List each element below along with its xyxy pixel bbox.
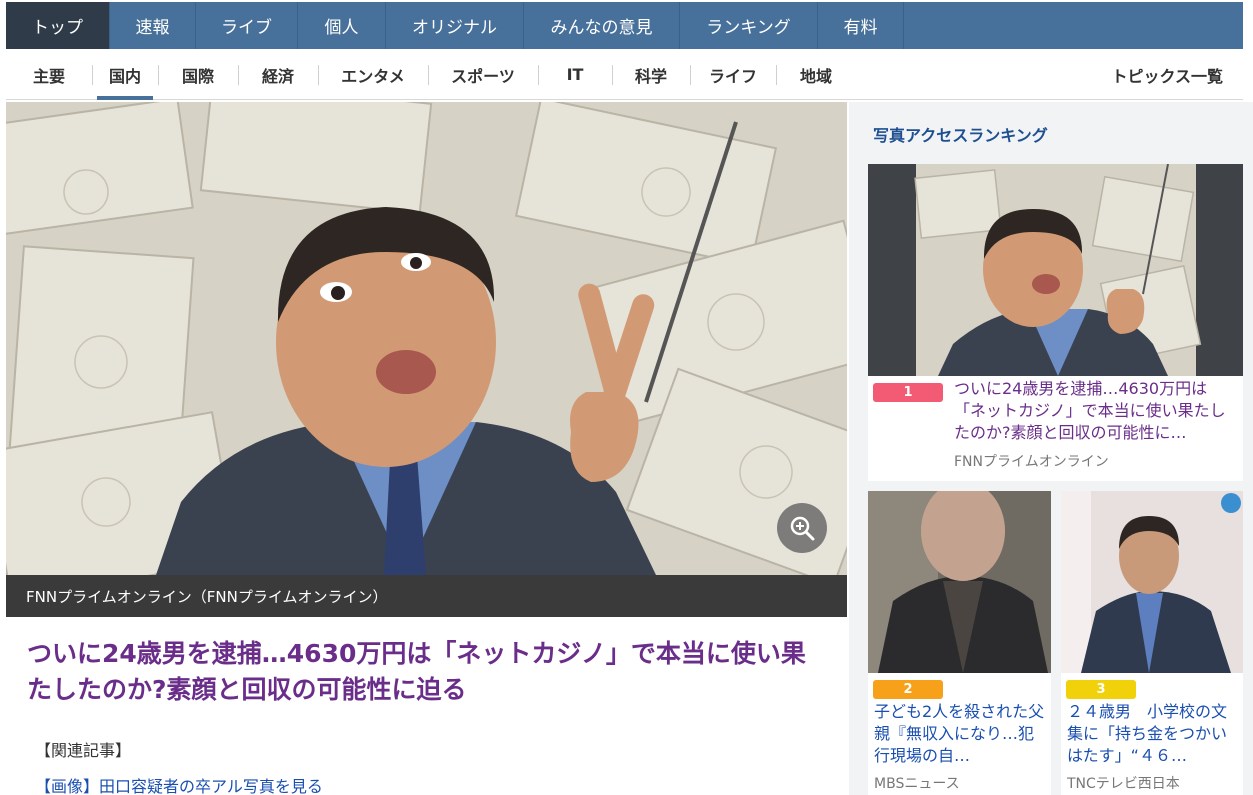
top-nav: トップ 速報 ライブ 個人 オリジナル みんなの意見 ランキング 有料: [6, 2, 1243, 49]
tab-original[interactable]: オリジナル: [386, 2, 524, 49]
category-sports[interactable]: スポーツ: [428, 50, 538, 100]
zoom-button[interactable]: [777, 503, 827, 553]
rank-badge: 3: [1066, 680, 1136, 699]
ranking-item-title[interactable]: ついに24歳男を逮捕…4630万円は「ネットカジノ」で本当に使い果たしたのか?素…: [954, 378, 1238, 444]
category-international[interactable]: 国際: [158, 50, 238, 100]
tab-paid[interactable]: 有料: [818, 2, 904, 49]
category-it[interactable]: IT: [538, 50, 612, 100]
category-region[interactable]: 地域: [776, 50, 856, 100]
ranking-thumbnail: [868, 491, 1051, 673]
photo-ranking-sidebar: 写真アクセスランキング 1 ついに24歳男を逮捕…4630万円は「ネットカジノ」…: [849, 102, 1253, 795]
tab-live[interactable]: ライブ: [196, 2, 298, 49]
article-photo-image: [6, 102, 847, 575]
ranking-item-1[interactable]: 1 ついに24歳男を逮捕…4630万円は「ネットカジノ」で本当に使い果たしたのか…: [868, 164, 1243, 481]
tab-ranking[interactable]: ランキング: [680, 2, 818, 49]
tab-individual[interactable]: 個人: [298, 2, 386, 49]
ranking-item-source: MBSニュース: [874, 776, 960, 792]
ranking-item-title[interactable]: 子ども2人を殺された父親『無収入になり…犯行現場の自…: [874, 701, 1046, 767]
tab-top[interactable]: トップ: [6, 2, 110, 49]
tab-breaking[interactable]: 速報: [110, 2, 196, 49]
rank-badge: 2: [873, 680, 943, 699]
ranking-thumbnail: [1061, 491, 1243, 673]
ranking-item-source: TNCテレビ西日本: [1067, 776, 1180, 792]
related-article-link[interactable]: 【画像】田口容疑者の卒アル写真を見る: [35, 773, 323, 795]
category-science[interactable]: 科学: [612, 50, 690, 100]
ranking-item-source: FNNプライムオンライン: [954, 454, 1109, 470]
ranking-item-title[interactable]: ２４歳男 小学校の文集に「持ち金をつかいはたす」“４６…: [1067, 701, 1239, 767]
topics-list-link[interactable]: トピックス一覧: [1111, 50, 1223, 100]
ranking-item-2[interactable]: 2 子ども2人を殺された父親『無収入になり…犯行現場の自… MBSニュース: [868, 491, 1051, 795]
related-articles-label: 【関連記事】: [35, 741, 132, 760]
photo-caption: FNNプライムオンライン（FNNプライムオンライン）: [6, 575, 847, 617]
category-main[interactable]: 主要: [6, 50, 92, 100]
rank-badge: 1: [873, 383, 943, 402]
category-nav: 主要 国内 国際 経済 エンタメ スポーツ IT 科学 ライフ 地域 トピックス…: [6, 50, 1243, 100]
category-domestic[interactable]: 国内: [92, 50, 158, 100]
ranking-item-3[interactable]: 3 ２４歳男 小学校の文集に「持ち金をつかいはたす」“４６… TNCテレビ西日本: [1061, 491, 1243, 795]
ranking-thumbnail: [868, 164, 1243, 376]
sidebar-title: 写真アクセスランキング: [873, 126, 1048, 145]
category-life[interactable]: ライフ: [690, 50, 776, 100]
category-economy[interactable]: 経済: [238, 50, 318, 100]
article-photo[interactable]: [6, 102, 847, 575]
zoom-in-icon: [790, 516, 815, 541]
category-entertainment[interactable]: エンタメ: [318, 50, 428, 100]
article-headline[interactable]: ついに24歳男を逮捕…4630万円は「ネットカジノ」で本当に使い果たしたのか?素…: [27, 636, 827, 708]
tab-opinions[interactable]: みんなの意見: [524, 2, 680, 49]
